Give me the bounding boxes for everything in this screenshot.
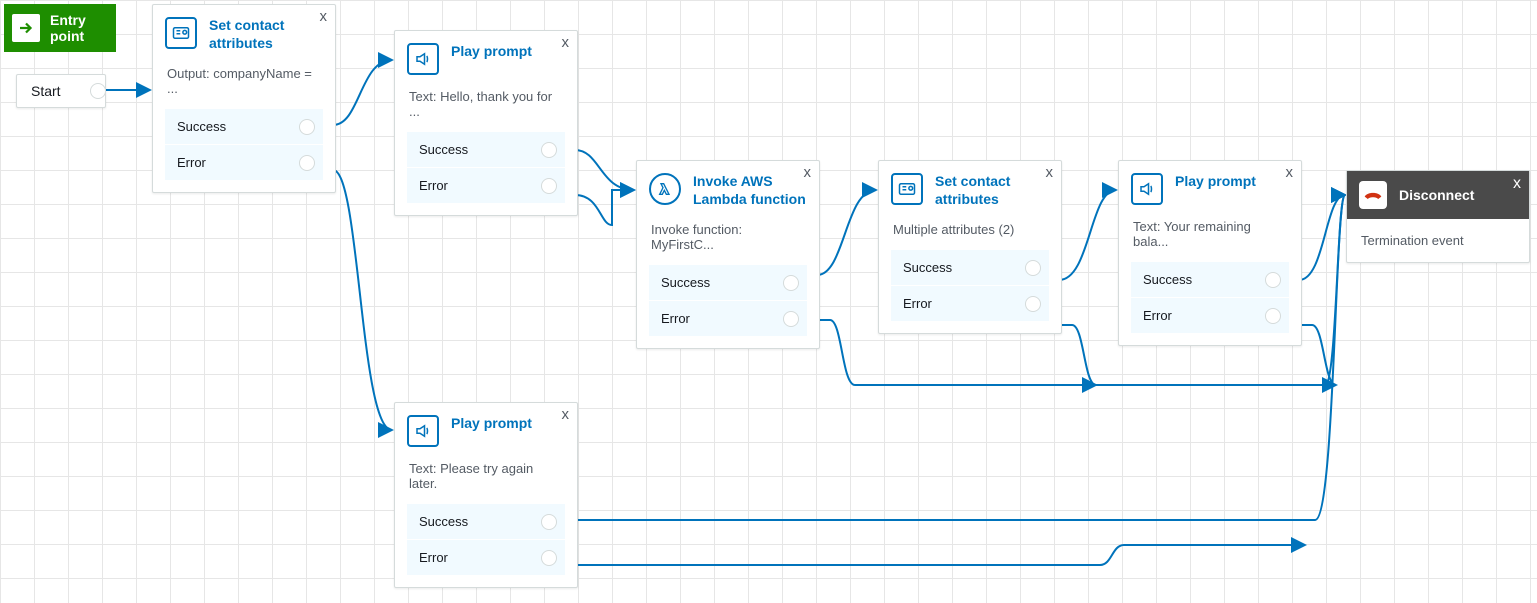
lambda-icon [649,173,681,205]
branch-error[interactable]: Error [407,539,565,575]
branch-error[interactable]: Error [891,285,1049,321]
branch-success[interactable]: Success [165,108,323,144]
node-detail: Text: Your remaining bala... [1131,215,1289,261]
branch-error[interactable]: Error [1131,297,1289,333]
output-port[interactable] [541,514,557,530]
node-disconnect[interactable]: x Disconnect Termination event [1346,170,1530,263]
audio-icon [407,415,439,447]
branch-error[interactable]: Error [649,300,807,336]
node-title: Invoke AWS Lambda function [693,173,806,208]
node-title: Play prompt [451,43,532,61]
branch-error[interactable]: Error [407,167,565,203]
output-port[interactable] [1265,272,1281,288]
branch-success[interactable]: Success [407,131,565,167]
branch-label: Success [419,142,468,157]
branch-label: Error [661,311,690,326]
branch-error[interactable]: Error [165,144,323,180]
start-output-port[interactable] [90,83,106,99]
entry-label: Entry point [50,12,86,44]
branch-label: Success [661,275,710,290]
disconnect-icon [1359,181,1387,209]
output-port[interactable] [783,275,799,291]
output-port[interactable] [783,311,799,327]
branch-label: Error [1143,308,1172,323]
node-set-contact-attributes-2[interactable]: x Set contact attributes Multiple attrib… [878,160,1062,334]
node-detail: Termination event [1347,219,1529,262]
audio-icon [407,43,439,75]
close-icon[interactable]: x [562,407,570,422]
output-port[interactable] [541,142,557,158]
output-port[interactable] [1025,260,1041,276]
audio-icon [1131,173,1163,205]
output-port[interactable] [1265,308,1281,324]
node-title: Play prompt [451,415,532,433]
branch-label: Success [177,119,226,134]
output-port[interactable] [1025,296,1041,312]
branch-label: Error [903,296,932,311]
start-label: Start [31,83,61,99]
branch-label: Success [1143,272,1192,287]
flow-canvas[interactable]: Entry point Start x Set contact attribut… [0,0,1537,603]
branch-label: Success [903,260,952,275]
node-detail: Text: Please try again later. [407,457,565,503]
node-set-contact-attributes-1[interactable]: x Set contact attributes Output: company… [152,4,336,193]
node-detail: Invoke function: MyFirstC... [649,218,807,264]
branch-success[interactable]: Success [1131,261,1289,297]
node-title: Set contact attributes [209,17,284,52]
contact-attributes-icon [165,17,197,49]
branch-success[interactable]: Success [891,249,1049,285]
branch-label: Error [419,550,448,565]
node-title: Disconnect [1399,187,1474,203]
branch-label: Success [419,514,468,529]
close-icon[interactable]: x [1286,165,1294,180]
node-title: Set contact attributes [935,173,1010,208]
node-detail: Multiple attributes (2) [891,218,1049,249]
branch-success[interactable]: Success [407,503,565,539]
branch-label: Error [177,155,206,170]
output-port[interactable] [541,550,557,566]
output-port[interactable] [541,178,557,194]
branch-success[interactable]: Success [649,264,807,300]
node-play-prompt-3[interactable]: x Play prompt Text: Your remaining bala.… [1118,160,1302,346]
close-icon[interactable]: x [804,165,812,180]
output-port[interactable] [299,155,315,171]
entry-point-node[interactable]: Entry point [4,4,116,52]
close-icon[interactable]: x [1513,175,1521,193]
output-port[interactable] [299,119,315,135]
contact-attributes-icon [891,173,923,205]
node-invoke-lambda[interactable]: x Invoke AWS Lambda function Invoke func… [636,160,820,349]
close-icon[interactable]: x [1046,165,1054,180]
node-title: Play prompt [1175,173,1256,191]
close-icon[interactable]: x [320,9,328,24]
entry-icon [12,14,40,42]
node-detail: Text: Hello, thank you for ... [407,85,565,131]
branch-label: Error [419,178,448,193]
node-play-prompt-2[interactable]: x Play prompt Text: Please try again lat… [394,402,578,588]
close-icon[interactable]: x [562,35,570,50]
node-play-prompt-1[interactable]: x Play prompt Text: Hello, thank you for… [394,30,578,216]
node-detail: Output: companyName = ... [165,62,323,108]
start-node[interactable]: Start [16,74,106,108]
